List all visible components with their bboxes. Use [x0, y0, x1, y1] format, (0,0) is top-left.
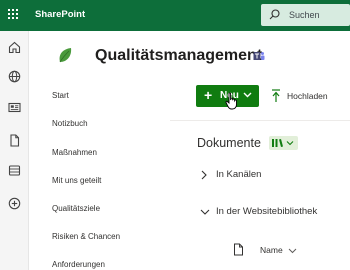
chevron-down-icon [200, 209, 210, 215]
nav-item-massnahmen[interactable]: Maßnahmen [52, 148, 97, 157]
view-switcher-button[interactable] [269, 136, 298, 150]
divider [170, 120, 350, 121]
app-rail [0, 31, 29, 270]
hand-cursor-icon [225, 92, 237, 110]
home-icon[interactable] [7, 40, 22, 55]
nav-item-start[interactable]: Start [52, 91, 69, 100]
teams-icon[interactable] [253, 50, 265, 62]
plus-icon: + [204, 87, 213, 103]
nav-item-notizbuch[interactable]: Notizbuch [52, 119, 88, 128]
library-title: Dokumente [197, 136, 261, 150]
search-placeholder: Suchen [289, 10, 320, 20]
file-icon[interactable] [7, 133, 22, 148]
chevron-right-icon [201, 170, 207, 180]
app-name[interactable]: SharePoint [35, 9, 85, 20]
search-icon [269, 9, 280, 20]
site-title: Qualitätsmanagement [95, 47, 263, 64]
group-label: In Kanälen [216, 169, 262, 180]
library-view-icon [272, 139, 294, 147]
add-circle-icon[interactable] [7, 196, 22, 211]
search-box[interactable]: Suchen [261, 4, 350, 26]
nav-item-risiken-chancen[interactable]: Risiken & Chancen [52, 232, 120, 241]
upload-arrow-icon [272, 89, 280, 102]
suite-bar: SharePoint Suchen [0, 0, 350, 31]
nav-item-mit-uns-geteilt[interactable]: Mit uns geteilt [52, 176, 101, 185]
chevron-down-icon[interactable] [288, 248, 297, 254]
news-icon[interactable] [7, 100, 22, 115]
app-launcher-icon[interactable] [8, 9, 20, 21]
nav-item-anforderungen[interactable]: Anforderungen [52, 260, 105, 269]
globe-icon[interactable] [7, 69, 22, 84]
list-icon[interactable] [7, 163, 22, 178]
group-label: In der Websitebibliothek [216, 206, 318, 217]
nav-item-qualitaetsziele[interactable]: Qualitätsziele [52, 204, 100, 213]
site-logo-icon[interactable] [57, 46, 73, 64]
column-header-name[interactable]: Name [260, 245, 283, 255]
upload-button-label: Hochladen [287, 91, 328, 101]
file-type-icon[interactable] [233, 243, 244, 256]
chevron-down-icon [243, 92, 252, 98]
